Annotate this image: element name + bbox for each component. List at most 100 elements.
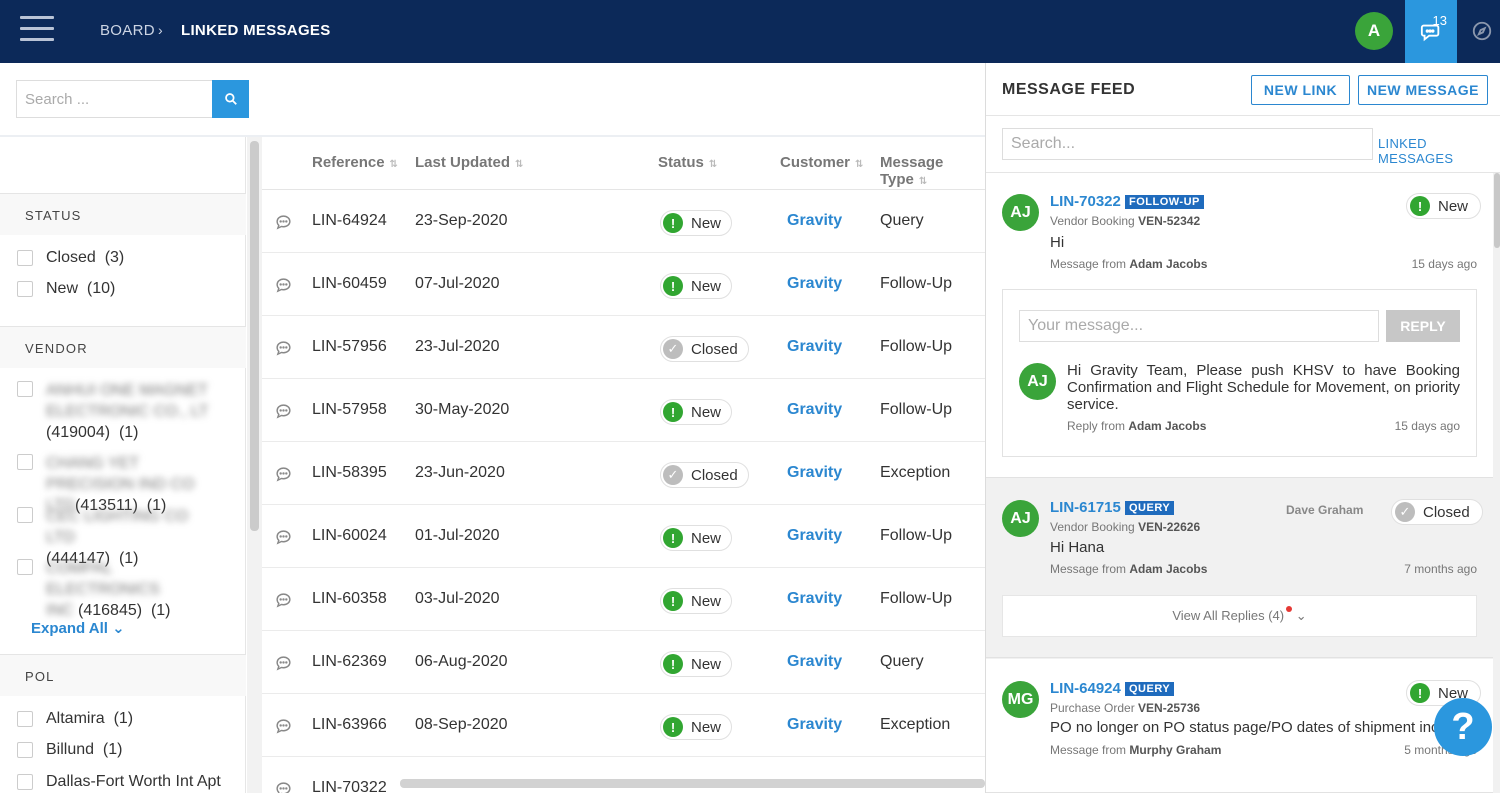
feed-search-input[interactable]: Search... bbox=[1002, 128, 1373, 160]
sender-name: Murphy Graham bbox=[1129, 743, 1222, 757]
table-row[interactable]: LIN-60459 07-Jul-2020! New Gravity Follow-Up bbox=[262, 253, 985, 316]
column-customer[interactable]: Customer ⇅ bbox=[780, 154, 863, 171]
customer-link[interactable]: Gravity bbox=[787, 653, 842, 671]
checkbox[interactable] bbox=[17, 381, 33, 397]
checkbox[interactable] bbox=[17, 281, 33, 297]
message-body: PO no longer on PO status page/PO dates … bbox=[1050, 719, 1477, 736]
filter-pol-billund[interactable]: Billund (1) bbox=[17, 741, 122, 759]
checkbox[interactable] bbox=[17, 774, 33, 790]
customer-link[interactable]: Gravity bbox=[787, 275, 842, 293]
checkbox[interactable] bbox=[17, 454, 33, 470]
scroll-thumb[interactable] bbox=[1494, 173, 1500, 248]
message-icon[interactable] bbox=[275, 718, 292, 735]
customer-link[interactable]: Gravity bbox=[787, 716, 842, 734]
table-row[interactable]: LIN-60358 03-Jul-2020! New Gravity Follow-Up bbox=[262, 568, 985, 631]
breadcrumb-board[interactable]: BOARD bbox=[100, 22, 155, 39]
date-cell: 23-Sep-2020 bbox=[415, 212, 508, 229]
checkbox[interactable] bbox=[17, 507, 33, 523]
message-icon[interactable] bbox=[275, 214, 292, 231]
status-label: New bbox=[691, 214, 722, 232]
table-row[interactable]: LIN-63966 08-Sep-2020! New Gravity Exception bbox=[262, 694, 985, 757]
search-input[interactable]: Search ... bbox=[16, 80, 212, 118]
user-avatar[interactable]: A bbox=[1355, 12, 1393, 50]
table-row[interactable]: LIN-57956 23-Jul-2020 ✓ Closed Gravity Follow… bbox=[262, 316, 985, 379]
customer-link[interactable]: Gravity bbox=[787, 401, 842, 419]
status-label: Closed bbox=[691, 466, 738, 484]
table-row[interactable]: LIN-57958 30-May-2020! New Gravity Follow-Up bbox=[262, 379, 985, 442]
status-badge: ! New bbox=[660, 273, 733, 299]
message-icon[interactable] bbox=[275, 781, 292, 793]
feed-title: MESSAGE FEED bbox=[1002, 81, 1136, 98]
filter-status-closed[interactable]: Closed (3) bbox=[17, 249, 124, 267]
sidebar-scrollbar[interactable] bbox=[247, 137, 262, 793]
reference-cell[interactable]: LIN-60024 bbox=[312, 527, 387, 545]
column-status[interactable]: Status ⇅ bbox=[658, 154, 717, 171]
message-card[interactable]: AJ LIN-70322 FOLLOW-UP Vendor Booking VE… bbox=[986, 173, 1493, 478]
message-card[interactable]: AJ LIN-61715 QUERY Dave Graham Vendor Bo… bbox=[986, 478, 1493, 658]
new-message-button[interactable]: NEW MESSAGE bbox=[1358, 75, 1488, 105]
reply-input[interactable]: Your message... bbox=[1019, 310, 1379, 342]
message-icon[interactable] bbox=[275, 466, 292, 483]
customer-link[interactable]: Gravity bbox=[787, 527, 842, 545]
reference-cell[interactable]: LIN-60358 bbox=[312, 590, 387, 608]
filter-sidebar: STATUS Closed (3) New (10) VENDOR ANHUI … bbox=[0, 137, 246, 793]
reply-button[interactable]: REPLY bbox=[1386, 310, 1460, 342]
filter-vendor-1[interactable]: ANHUI ONE MAGNET ELECTRONIC CO., LT (4190… bbox=[17, 380, 217, 443]
messages-button[interactable]: 13 bbox=[1405, 0, 1457, 63]
message-icon[interactable] bbox=[275, 277, 292, 294]
avatar: AJ bbox=[1002, 500, 1039, 537]
menu-icon[interactable] bbox=[20, 16, 54, 44]
scroll-thumb[interactable] bbox=[250, 141, 259, 531]
help-button[interactable]: ? bbox=[1434, 698, 1492, 756]
column-message-type[interactable]: Message Type ⇅ bbox=[880, 154, 985, 188]
table-row[interactable]: LIN-62369 06-Aug-2020! New Gravity Query bbox=[262, 631, 985, 694]
message-reference-link[interactable]: LIN-64924 bbox=[1050, 680, 1121, 697]
expand-all-link[interactable]: Expand All ⌄ bbox=[31, 619, 125, 637]
table-horizontal-scrollbar[interactable] bbox=[400, 779, 985, 788]
message-icon[interactable] bbox=[275, 529, 292, 546]
customer-link[interactable]: Gravity bbox=[787, 212, 842, 230]
vendor-filter-title: VENDOR bbox=[0, 326, 246, 368]
column-last-updated[interactable]: Last Updated ⇅ bbox=[415, 154, 523, 171]
table-row[interactable]: LIN-60024 01-Jul-2020! New Gravity Follow-Up bbox=[262, 505, 985, 568]
reference-cell[interactable]: LIN-63966 bbox=[312, 716, 387, 734]
vendor-name: ANHUI ONE MAGNET ELECTRONIC CO., LT bbox=[46, 382, 209, 420]
linked-messages-link[interactable]: LINKED MESSAGES bbox=[1378, 136, 1500, 166]
filter-pol-dallas[interactable]: Dallas-Fort Worth Int Apt bbox=[17, 773, 221, 791]
message-icon[interactable] bbox=[275, 340, 292, 357]
column-reference[interactable]: Reference ⇅ bbox=[312, 154, 398, 171]
customer-link[interactable]: Gravity bbox=[787, 464, 842, 482]
search-button[interactable] bbox=[212, 80, 249, 118]
message-icon[interactable] bbox=[275, 592, 292, 609]
reference-cell[interactable]: LIN-70322 bbox=[312, 779, 387, 793]
checkbox[interactable] bbox=[17, 711, 33, 727]
checkbox[interactable] bbox=[17, 742, 33, 758]
compass-icon[interactable] bbox=[1471, 20, 1493, 42]
filter-status-new[interactable]: New (10) bbox=[17, 280, 115, 298]
reference-cell[interactable]: LIN-62369 bbox=[312, 653, 387, 671]
date-cell: 30-May-2020 bbox=[415, 401, 510, 418]
message-type-cell: Query bbox=[880, 653, 924, 670]
status-badge: ! New bbox=[660, 525, 733, 551]
filter-pol-altamira[interactable]: Altamira (1) bbox=[17, 710, 133, 728]
view-all-replies-button[interactable]: View All Replies (4) ⌄ bbox=[1002, 595, 1477, 637]
message-reference-link[interactable]: LIN-70322 bbox=[1050, 193, 1121, 210]
message-reference-link[interactable]: LIN-61715 bbox=[1050, 499, 1121, 516]
checkbox[interactable] bbox=[17, 250, 33, 266]
reference-cell[interactable]: LIN-57958 bbox=[312, 401, 387, 419]
table-row[interactable]: LIN-58395 23-Jun-2020 ✓ Closed Gravity Except… bbox=[262, 442, 985, 505]
new-link-button[interactable]: NEW LINK bbox=[1251, 75, 1350, 105]
customer-link[interactable]: Gravity bbox=[787, 338, 842, 356]
customer-link[interactable]: Gravity bbox=[787, 590, 842, 608]
filter-vendor-4[interactable]: COMPAL ELECTRONICS INC (416845) (1) bbox=[17, 558, 217, 621]
reference-cell[interactable]: LIN-60459 bbox=[312, 275, 387, 293]
checkbox[interactable] bbox=[17, 559, 33, 575]
reference-cell[interactable]: LIN-57956 bbox=[312, 338, 387, 356]
message-icon[interactable] bbox=[275, 403, 292, 420]
feed-scrollbar[interactable] bbox=[1493, 173, 1500, 793]
table-row[interactable]: LIN-64924 23-Sep-2020! New Gravity Query bbox=[262, 190, 985, 253]
reference-cell[interactable]: LIN-64924 bbox=[312, 212, 387, 230]
message-icon[interactable] bbox=[275, 655, 292, 672]
reference-cell[interactable]: LIN-58395 bbox=[312, 464, 387, 482]
message-card[interactable]: MG LIN-64924 QUERY Purchase Order VEN-25… bbox=[986, 659, 1493, 793]
